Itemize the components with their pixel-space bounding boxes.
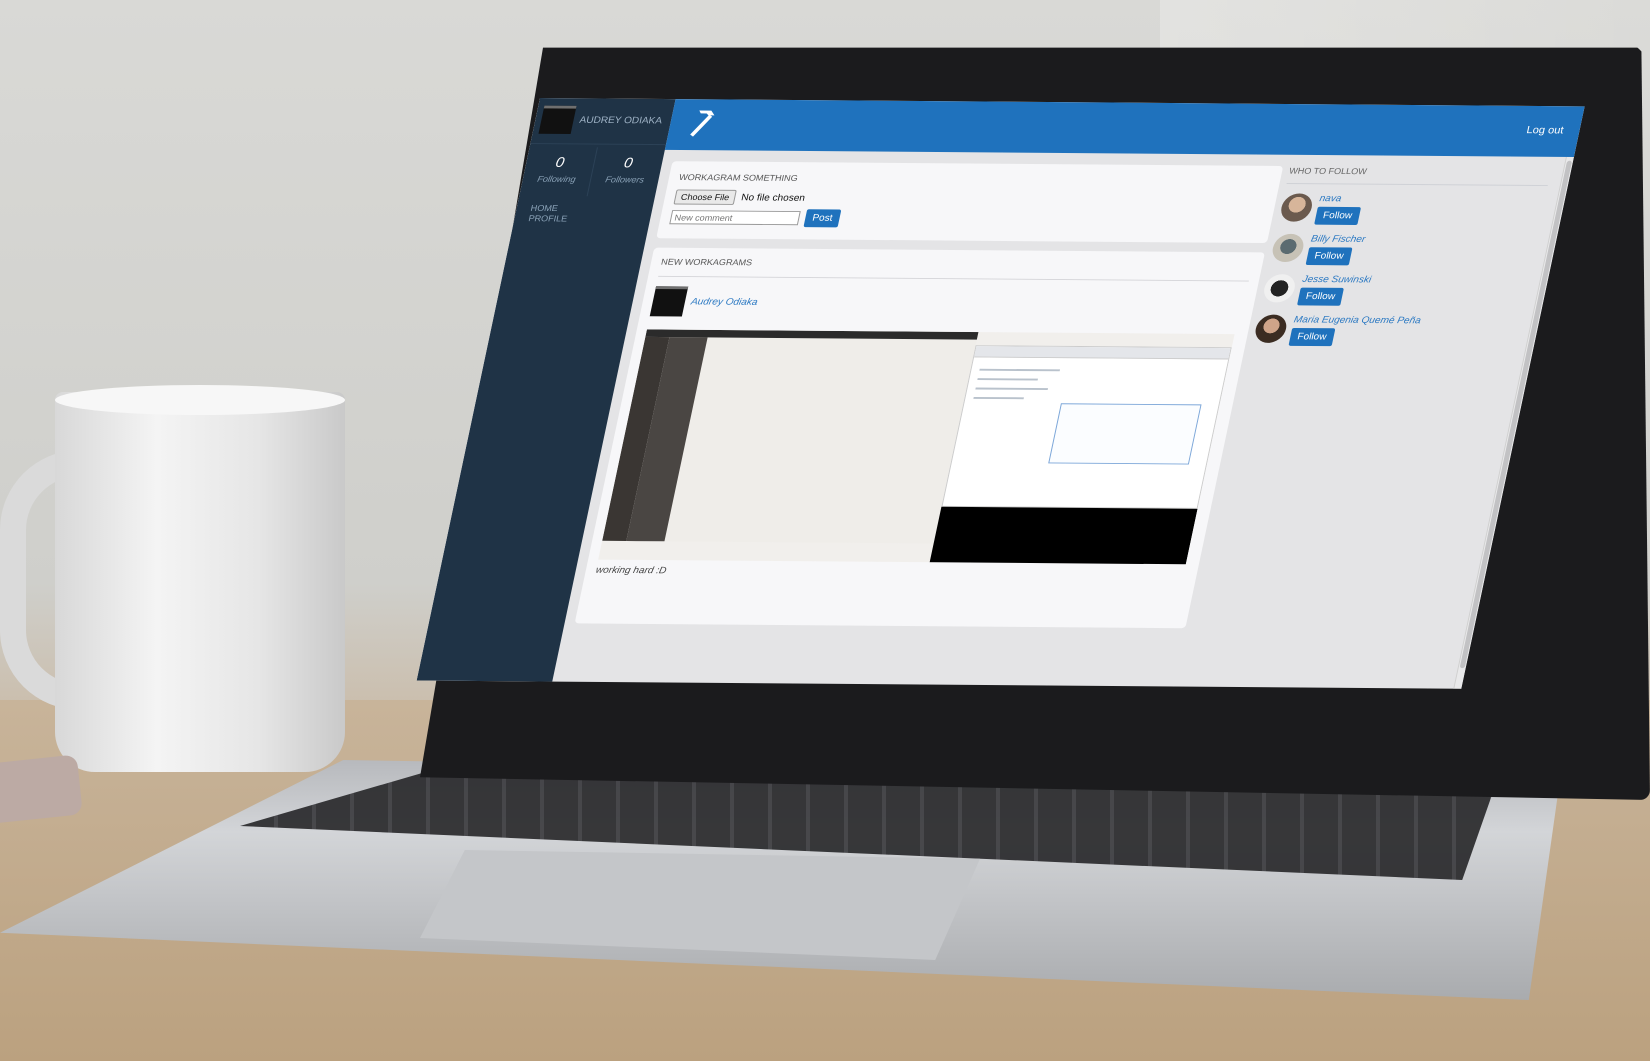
app-window: AUDREY ODIAKA 0 Following 0 Followers HO… (416, 98, 1585, 689)
sidebar-user[interactable]: AUDREY ODIAKA (538, 105, 665, 135)
post-header: Audrey Odiaka (649, 286, 1247, 321)
avatar[interactable] (1261, 274, 1298, 303)
feed-divider (658, 275, 1249, 282)
suggested-user-name[interactable]: Jesse Suwinski (1301, 274, 1372, 285)
choose-file-button[interactable]: Choose File (673, 189, 737, 205)
suggested-user-name[interactable]: Maria Eugenia Quemé Peña (1293, 315, 1422, 326)
avatar[interactable] (1278, 193, 1315, 222)
list-item: Maria Eugenia Quemé Peña Follow (1252, 314, 1520, 348)
top-bar: Log out (664, 99, 1585, 158)
follow-button[interactable]: Follow (1314, 206, 1361, 225)
feed-title: NEW WORKAGRAMS (660, 257, 754, 268)
sidebar-nav: HOME PROFILE (527, 203, 570, 224)
post-author[interactable]: Audrey Odiaka (690, 296, 759, 307)
stat-followers-label: Followers (604, 174, 646, 185)
list-item: nava Follow (1278, 193, 1546, 226)
screenshot-browser-bar (974, 346, 1231, 360)
screenshot-line (979, 368, 1061, 372)
list-item: Jesse Suwinski Follow (1261, 274, 1529, 307)
hammer-icon[interactable] (679, 107, 722, 141)
file-picker: Choose File No file chosen (673, 189, 1267, 209)
stat-following[interactable]: 0 Following (519, 146, 598, 197)
suggested-user-name[interactable]: nava (1318, 194, 1363, 205)
stat-following-label: Following (536, 174, 577, 184)
list-item: Billy Fischer Follow (1269, 233, 1537, 267)
comment-input[interactable] (669, 210, 801, 226)
screenshot-browser (941, 345, 1232, 509)
screenshot-line (973, 396, 1024, 400)
stat-followers[interactable]: 0 Followers (588, 147, 666, 196)
suggested-user-name[interactable]: Billy Fischer (1310, 234, 1366, 245)
who-to-follow-divider (1286, 182, 1548, 187)
sidebar-item-home[interactable]: HOME (530, 203, 571, 214)
post-button[interactable]: Post (803, 209, 842, 228)
logout-link[interactable]: Log out (1525, 125, 1564, 137)
screenshot-comment-box (1048, 403, 1202, 465)
follow-button[interactable]: Follow (1305, 247, 1353, 266)
post-caption: working hard :D (594, 565, 668, 577)
follow-button[interactable]: Follow (1288, 327, 1336, 347)
sidebar-username: AUDREY ODIAKA (578, 114, 664, 126)
sidebar-item-profile[interactable]: PROFILE (527, 214, 569, 225)
screenshot-line (977, 378, 1038, 381)
screenshot-desktop (602, 329, 979, 544)
main-column: WORKAGRAM SOMETHING Choose File No file … (552, 150, 1287, 687)
stat-following-count: 0 (554, 154, 566, 171)
comment-row: Post (669, 208, 1263, 231)
avatar[interactable] (1269, 233, 1307, 263)
avatar[interactable] (649, 286, 689, 317)
stat-followers-count: 0 (622, 155, 635, 172)
composer-title: WORKAGRAM SOMETHING (678, 172, 799, 183)
screenshot-line (975, 387, 1049, 391)
sidebar-divider (530, 143, 667, 146)
feed-card: NEW WORKAGRAMS Audrey Odiaka working har… (574, 247, 1265, 629)
post-image[interactable] (598, 329, 1235, 565)
composer-card: WORKAGRAM SOMETHING Choose File No file … (656, 161, 1284, 244)
laptop-screen: AUDREY ODIAKA 0 Following 0 Followers HO… (0, 0, 1650, 1061)
file-status: No file chosen (740, 192, 807, 204)
who-to-follow: WHO TO FOLLOW nava Follow Billy Fischer … (1252, 166, 1551, 348)
who-to-follow-title: WHO TO FOLLOW (1288, 166, 1368, 177)
sidebar-stats: 0 Following 0 Followers (519, 146, 666, 197)
avatar (538, 105, 577, 135)
screenshot-terminal (926, 506, 1198, 565)
avatar[interactable] (1252, 314, 1289, 343)
follow-button[interactable]: Follow (1296, 287, 1344, 306)
